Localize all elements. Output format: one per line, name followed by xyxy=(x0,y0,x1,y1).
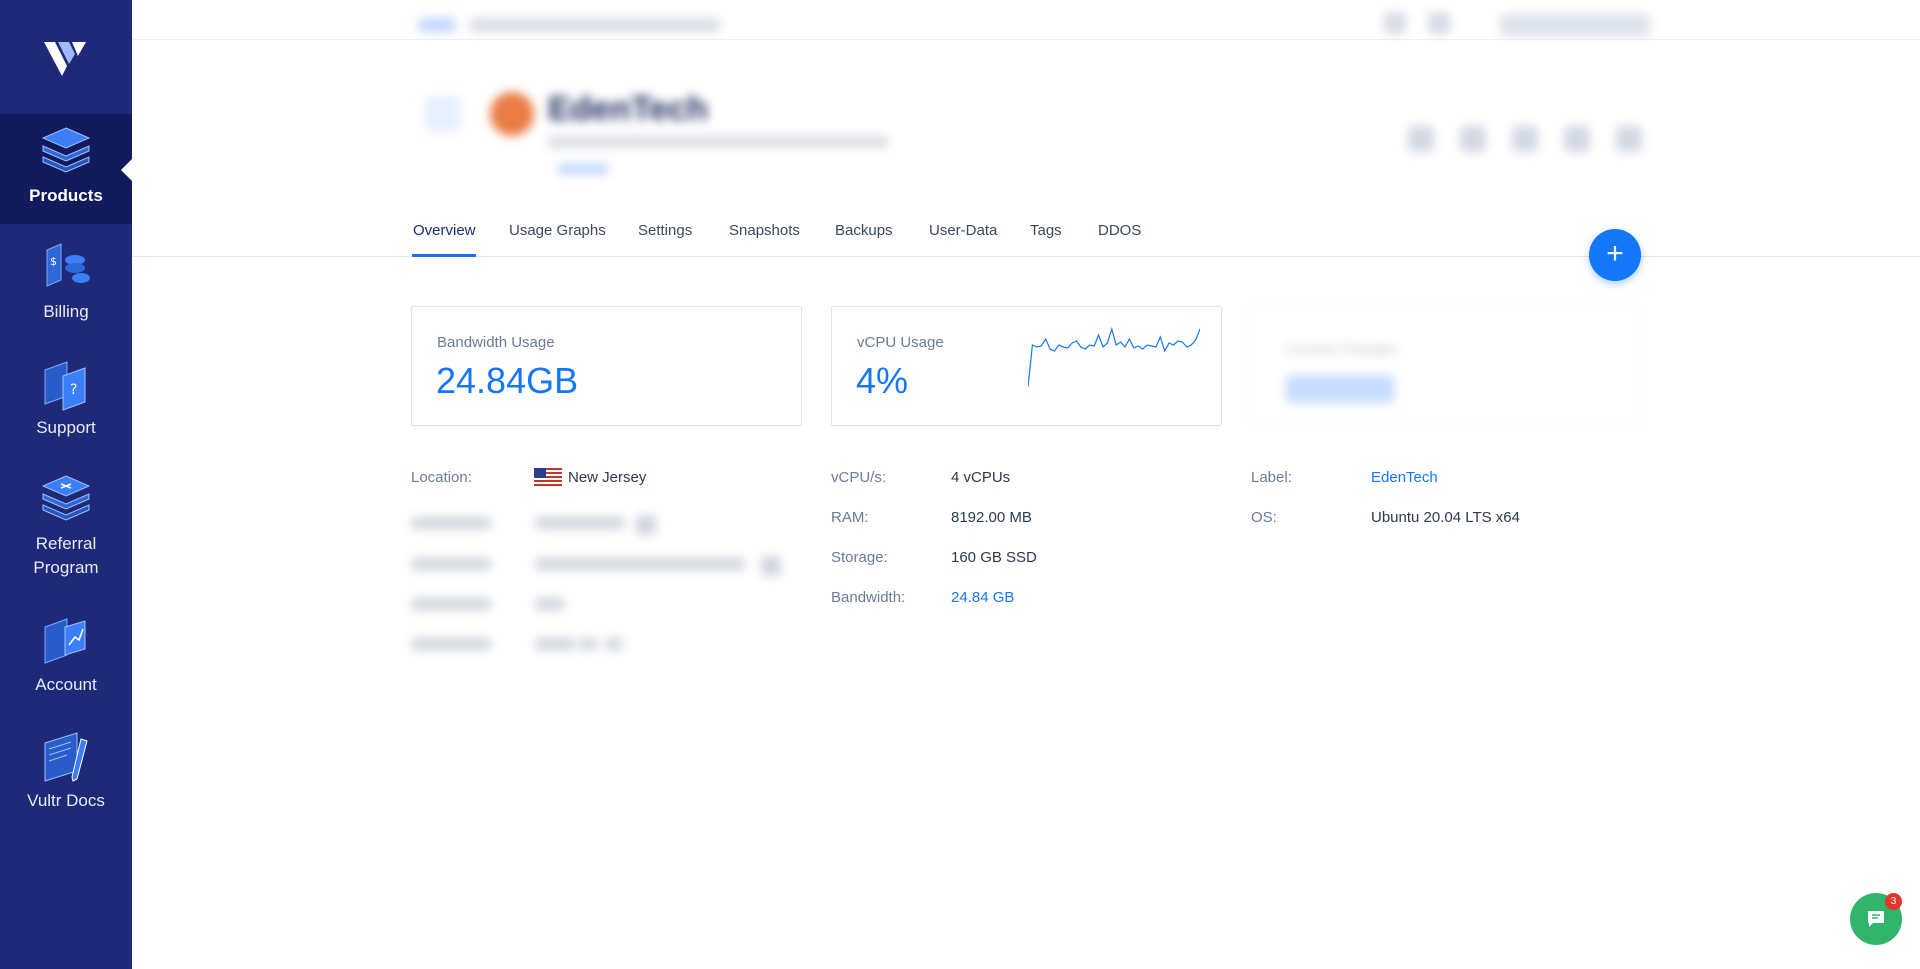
sidebar: Products $ Billing ? Support Referral Pr… xyxy=(0,0,132,969)
vultr-logo[interactable] xyxy=(42,36,90,78)
referral-icon xyxy=(41,475,91,521)
tab-snapshots[interactable]: Snapshots xyxy=(729,222,800,239)
billing-icon: $ xyxy=(46,243,90,287)
ram-label: RAM: xyxy=(831,509,869,526)
tab-settings[interactable]: Settings xyxy=(638,222,692,239)
add-button[interactable]: + xyxy=(1589,229,1641,281)
server-avatar xyxy=(490,92,534,136)
card-title: vCPU Usage xyxy=(857,334,944,351)
sidebar-item-products[interactable]: Products xyxy=(0,114,132,224)
sidebar-item-label: Vultr Docs xyxy=(27,791,105,810)
vcpu-sparkline xyxy=(1028,327,1200,387)
user-menu[interactable] xyxy=(1500,14,1650,36)
tab-usage-graphs[interactable]: Usage Graphs xyxy=(509,222,606,239)
tab-ddos[interactable]: DDOS xyxy=(1098,222,1141,239)
active-tab-indicator xyxy=(412,254,476,257)
docs-icon xyxy=(44,732,88,782)
card-title: Bandwidth Usage xyxy=(437,334,555,351)
notification-icon[interactable] xyxy=(1384,12,1406,34)
vcpu-card: vCPU Usage 4% xyxy=(831,306,1222,426)
tab-overview[interactable]: Overview xyxy=(413,222,476,239)
charges-card: Current Charges xyxy=(1249,306,1640,426)
sidebar-item-vultr-docs[interactable]: Vultr Docs xyxy=(0,719,132,829)
tab-tags[interactable]: Tags xyxy=(1030,222,1062,239)
bandwidth-card: Bandwidth Usage 24.84GB xyxy=(411,306,802,426)
destroy-icon[interactable] xyxy=(1616,126,1642,152)
sidebar-item-account[interactable]: Account xyxy=(0,603,132,713)
ram-value: 8192.00 MB xyxy=(951,509,1032,526)
support-icon: ? xyxy=(44,361,86,411)
products-icon xyxy=(41,127,91,173)
sidebar-item-label: Billing xyxy=(43,302,89,321)
svg-text:?: ? xyxy=(70,382,77,398)
card-value: 24.84GB xyxy=(436,360,579,401)
bandwidth-link[interactable]: 24.84 GB xyxy=(951,589,1014,606)
sidebar-item-label: Support xyxy=(36,418,96,437)
back-button[interactable] xyxy=(425,96,461,132)
storage-label: Storage: xyxy=(831,549,888,566)
top-header xyxy=(132,0,1920,40)
label-link[interactable]: EdenTech xyxy=(1371,469,1438,486)
notification-icon[interactable] xyxy=(1428,12,1450,34)
sidebar-item-label: Products xyxy=(29,186,103,205)
account-icon xyxy=(44,618,86,664)
sidebar-item-label: Account xyxy=(35,675,97,694)
chat-icon xyxy=(1868,911,1884,927)
header-icons xyxy=(1384,12,1450,34)
tab-bar: Overview Usage Graphs Settings Snapshots… xyxy=(132,204,1920,257)
chat-badge: 3 xyxy=(1885,893,1902,910)
reinstall-icon[interactable] xyxy=(1564,126,1590,152)
location-value: New Jersey xyxy=(568,469,647,486)
server-actions xyxy=(1408,126,1642,152)
tab-user-data[interactable]: User-Data xyxy=(929,222,997,239)
location-label: Location: xyxy=(411,469,472,486)
console-icon[interactable] xyxy=(1408,126,1434,152)
card-value xyxy=(1286,375,1394,403)
sidebar-item-referral[interactable]: Referral Program xyxy=(0,462,132,587)
breadcrumb-pill xyxy=(418,18,456,32)
os-label: OS: xyxy=(1251,509,1277,526)
sidebar-item-label: Referral Program xyxy=(33,534,99,577)
svg-text:$: $ xyxy=(50,255,57,268)
bandwidth-label: Bandwidth: xyxy=(831,589,906,606)
stop-icon[interactable] xyxy=(1460,126,1486,152)
storage-value: 160 GB SSD xyxy=(951,549,1037,566)
os-value: Ubuntu 20.04 LTS x64 xyxy=(1371,509,1520,526)
sidebar-item-billing[interactable]: $ Billing xyxy=(0,230,132,340)
vcpus-label: vCPU/s: xyxy=(831,469,887,486)
card-value: 4% xyxy=(856,360,909,401)
tab-backups[interactable]: Backups xyxy=(835,222,893,239)
restart-icon[interactable] xyxy=(1512,126,1538,152)
sidebar-item-support[interactable]: ? Support xyxy=(0,346,132,456)
card-title: Current Charges xyxy=(1286,341,1397,358)
breadcrumb-text xyxy=(470,18,720,32)
label-label: Label: xyxy=(1251,469,1292,486)
server-meta xyxy=(548,136,888,148)
server-name: EdenTech xyxy=(548,90,708,128)
server-status xyxy=(558,164,608,174)
us-flag-icon xyxy=(534,468,562,486)
vcpus-value: 4 vCPUs xyxy=(951,469,1011,486)
